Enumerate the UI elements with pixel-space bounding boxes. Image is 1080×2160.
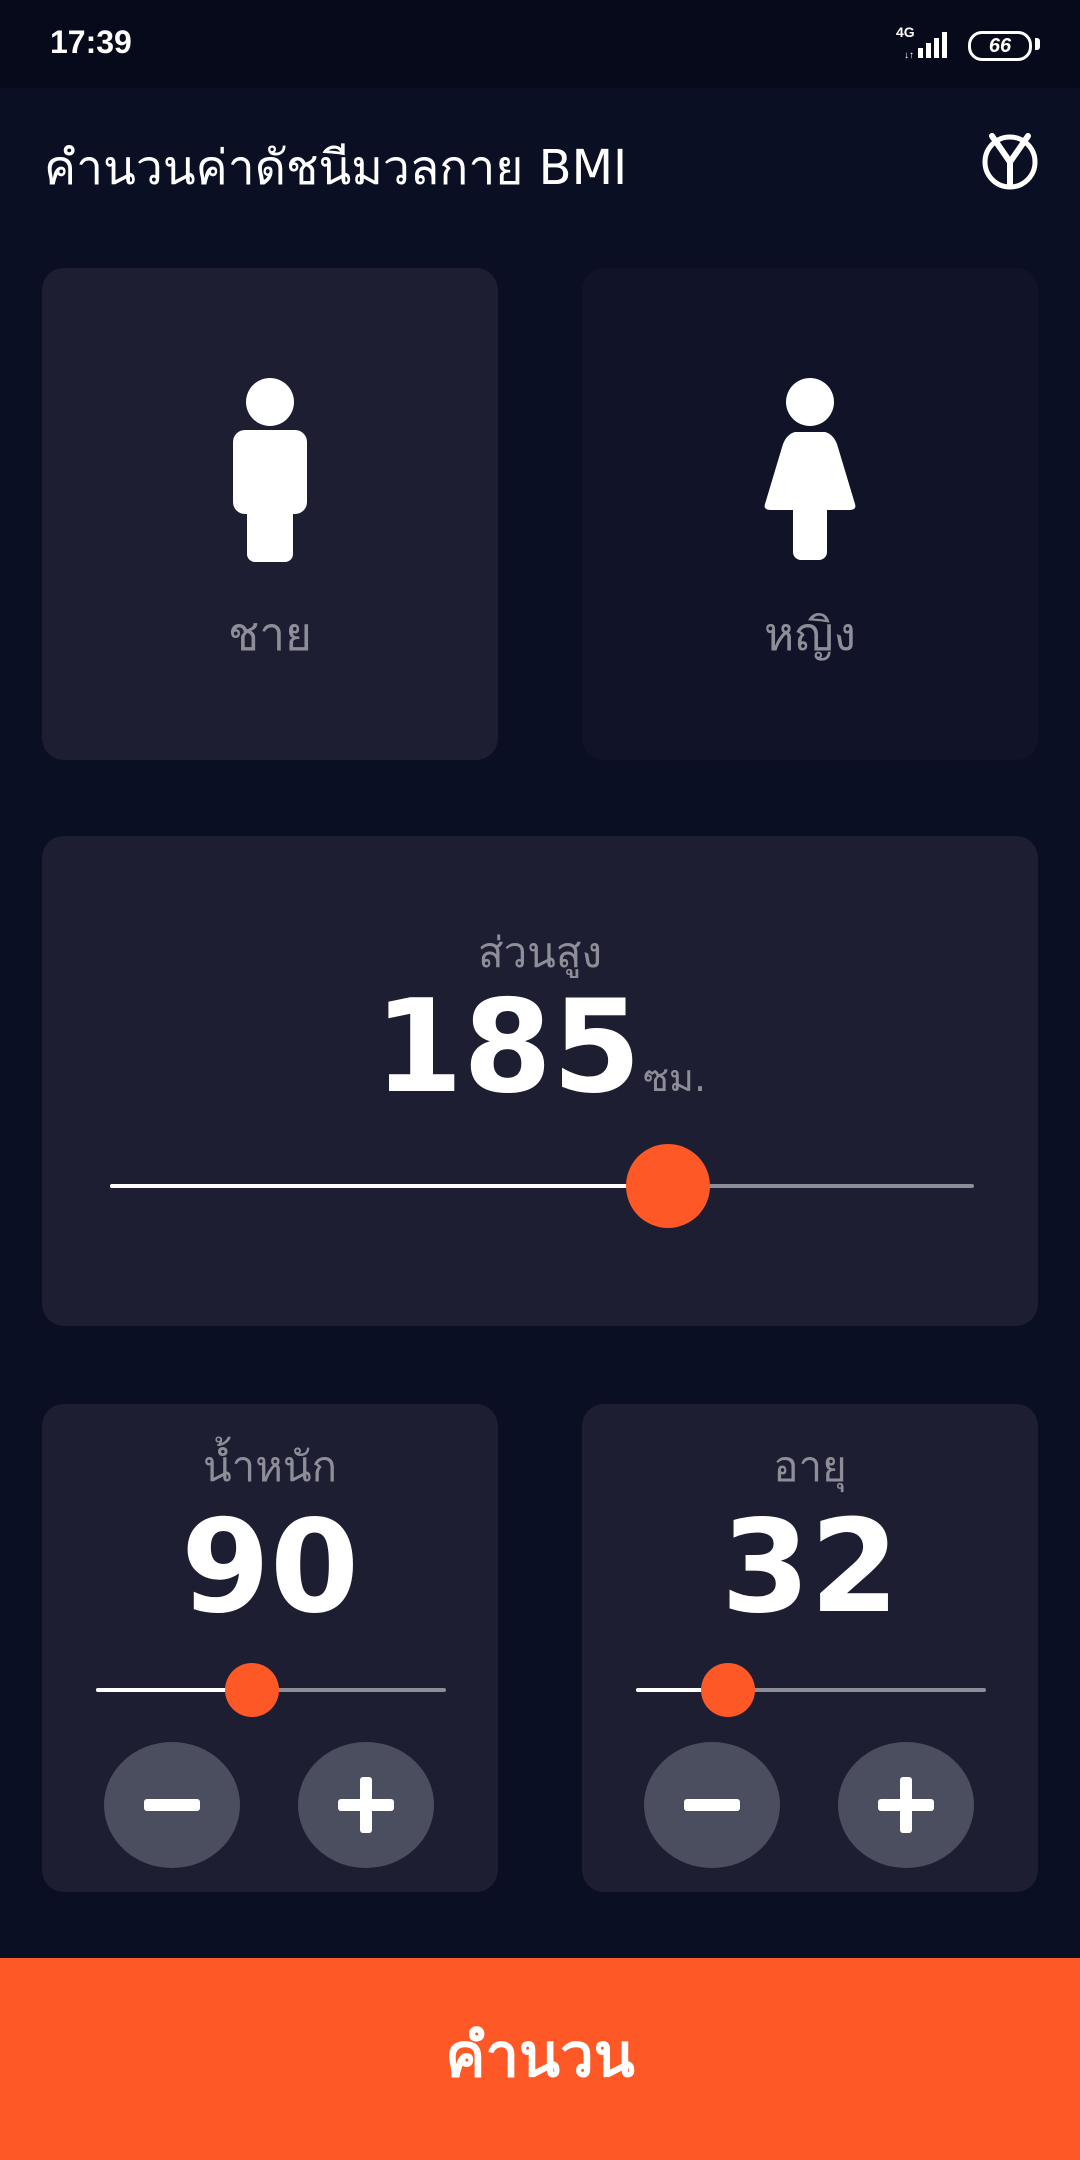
battery-tip (1035, 38, 1040, 50)
height-slider-thumb[interactable] (626, 1144, 711, 1228)
age-label: อายุ (773, 1442, 847, 1491)
age-card: อายุ 32 (582, 1404, 1038, 1892)
age-increment-button[interactable] (838, 1742, 974, 1868)
status-time: 17:39 (50, 24, 132, 60)
weight-value: 90 (180, 1493, 360, 1642)
calculate-button[interactable]: คำนวน (0, 1958, 1080, 2160)
height-unit: ซม. (643, 1056, 707, 1100)
age-slider[interactable] (636, 1663, 986, 1717)
status-bar: 17:39 4G ↓↑ 66 (0, 0, 1080, 88)
weight-label: น้ำหนัก (202, 1442, 338, 1491)
height-value: 185 (373, 973, 642, 1122)
signal-icon: ↓↑ (904, 32, 947, 60)
age-slider-thumb[interactable] (701, 1663, 756, 1717)
y-circle-logo-icon[interactable] (980, 130, 1040, 190)
calculate-label: คำนวน (445, 2021, 635, 2091)
male-icon (233, 378, 307, 562)
battery-icon: 66 (968, 31, 1032, 61)
age-value: 32 (720, 1493, 900, 1642)
male-label: ชาย (227, 607, 312, 661)
weight-slider-thumb[interactable] (225, 1663, 280, 1717)
weight-decrement-button[interactable] (104, 1742, 240, 1868)
weight-slider[interactable] (96, 1663, 446, 1717)
female-label: หญิง (764, 607, 856, 661)
svg-text:↓↑: ↓↑ (904, 50, 914, 60)
height-card: ส่วนสูง 185ซม. (42, 836, 1038, 1326)
height-slider-fill (110, 1184, 669, 1188)
weight-card: น้ำหนัก 90 (42, 1404, 498, 1892)
page-title: คำนวนค่าดัชนีมวลกาย BMI (44, 140, 628, 196)
height-slider[interactable] (110, 1144, 974, 1228)
weight-increment-button[interactable] (298, 1742, 434, 1868)
plus-icon (338, 1777, 394, 1833)
height-display: 185ซม. (42, 984, 1038, 1112)
female-icon (764, 378, 856, 560)
male-card[interactable]: ชาย (42, 268, 498, 760)
plus-icon (878, 1777, 934, 1833)
minus-icon (684, 1799, 740, 1811)
age-decrement-button[interactable] (644, 1742, 780, 1868)
minus-icon (144, 1799, 200, 1811)
female-card[interactable]: หญิง (582, 268, 1038, 760)
